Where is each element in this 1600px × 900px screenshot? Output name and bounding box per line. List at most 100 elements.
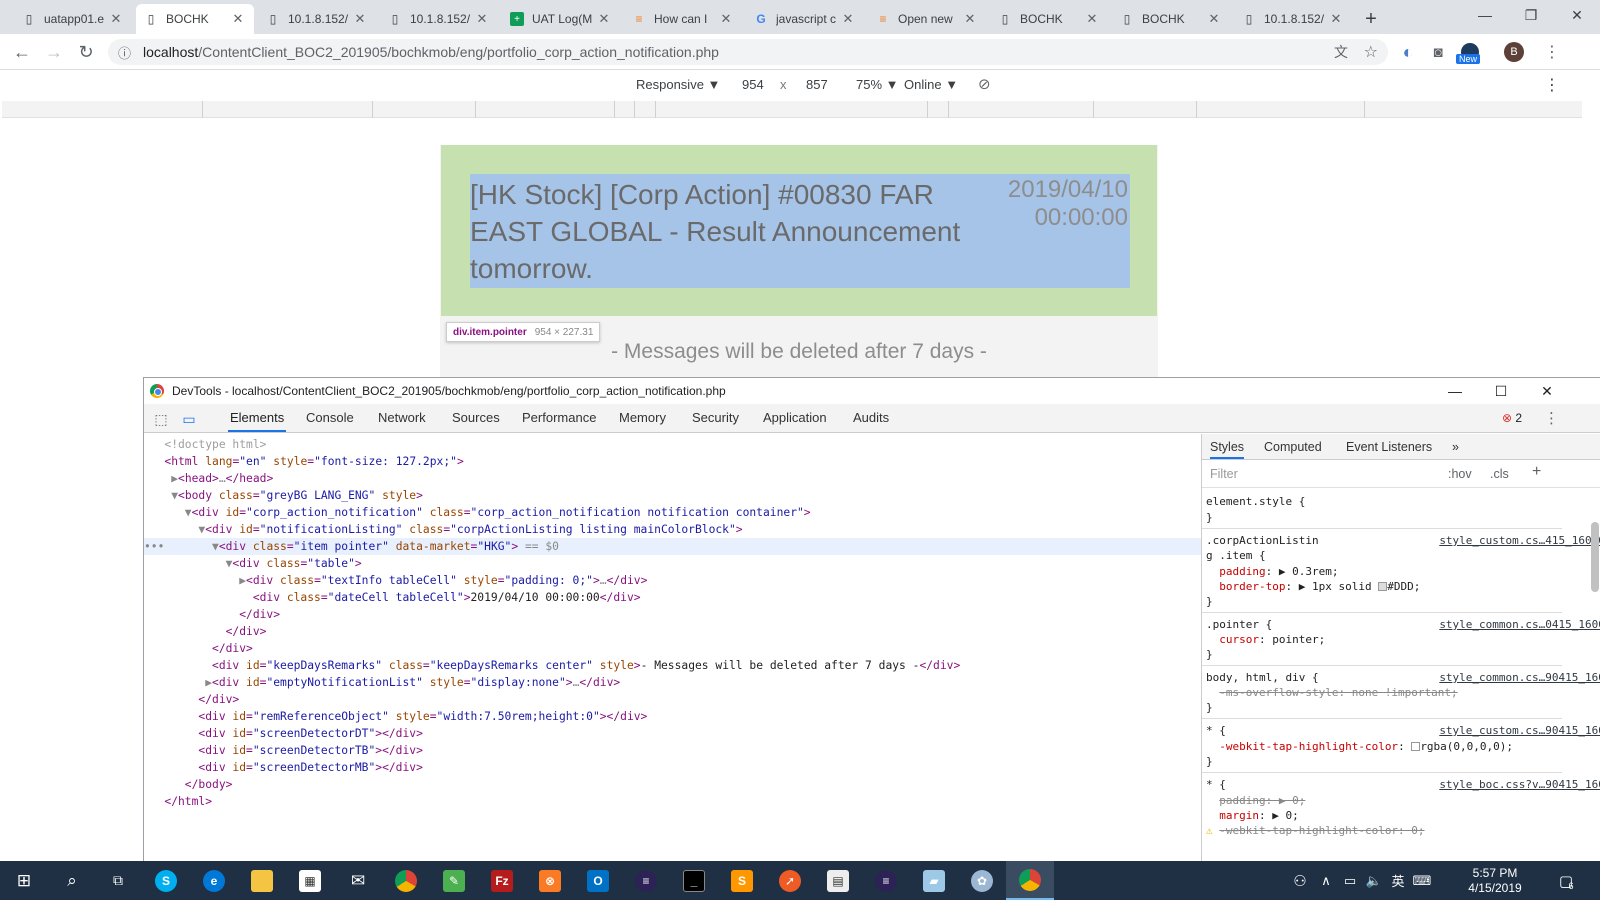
minimize-button[interactable]: — — [1462, 0, 1508, 30]
new-style-rule-button[interactable]: + — [1532, 463, 1541, 481]
search-icon[interactable]: ⌕ — [48, 861, 96, 900]
devtools-close-button[interactable]: ✕ — [1524, 378, 1570, 404]
browser-tab[interactable]: ≡ How can I ✕ — [624, 4, 742, 34]
info-icon[interactable]: ⓘ — [118, 43, 131, 62]
camera-icon[interactable]: ◙ — [1426, 40, 1450, 64]
browser-tab-active[interactable]: ▯ BOCHK ✕ — [136, 4, 254, 34]
restore-button[interactable]: ❐ — [1508, 0, 1554, 30]
dom-node[interactable]: </div> — [144, 606, 1201, 623]
more-tabs-icon[interactable]: » — [1452, 434, 1459, 459]
paint-icon[interactable]: ✿ — [958, 861, 1006, 900]
keyboard-icon[interactable]: ⌨ — [1410, 861, 1434, 900]
tab-audits[interactable]: Audits — [851, 404, 891, 432]
close-icon[interactable]: ✕ — [1206, 11, 1222, 27]
postman-icon[interactable]: ➚ — [766, 861, 814, 900]
rotate-icon[interactable]: ⊘ — [978, 75, 991, 93]
browser-tab[interactable]: + UAT Log(M ✕ — [502, 4, 620, 34]
close-icon[interactable]: ✕ — [840, 11, 856, 27]
taskbar-clock[interactable]: 5:57 PM 4/15/2019 — [1455, 866, 1535, 896]
browser-tab[interactable]: G javascript c ✕ — [746, 4, 864, 34]
class-toggle[interactable]: .cls — [1490, 467, 1509, 481]
skype-icon[interactable]: S — [142, 861, 190, 900]
hover-state-toggle[interactable]: :hov — [1448, 467, 1472, 481]
device-toolbar-menu-icon[interactable]: ⋮ — [1544, 75, 1560, 95]
dom-node[interactable]: </div> — [144, 691, 1201, 708]
store-icon[interactable]: ▦ — [286, 861, 334, 900]
network-icon[interactable]: ▭ — [1338, 861, 1362, 900]
dom-node[interactable]: ▶<head>…</head> — [144, 470, 1201, 487]
address-bar[interactable]: ⓘ localhost/ContentClient_BOC2_201905/bo… — [108, 39, 1388, 65]
menu-kebab-icon[interactable]: ⋮ — [1540, 40, 1564, 64]
devtools-menu-icon[interactable]: ⋮ — [1544, 409, 1559, 427]
device-select[interactable]: Responsive ▼ — [636, 77, 720, 92]
edge-icon[interactable]: e — [190, 861, 238, 900]
viewport-height-input[interactable]: 857 — [806, 77, 828, 92]
dom-node[interactable]: <div id="screenDetectorMB"></div> — [144, 759, 1201, 776]
browser-tab[interactable]: ▯ 10.1.8.152/ ✕ — [258, 4, 376, 34]
tab-performance[interactable]: Performance — [520, 404, 598, 432]
media-query-bar[interactable] — [2, 101, 1582, 118]
notification-center-icon[interactable]: ▢ 6 — [1546, 861, 1586, 900]
error-counter[interactable]: ⊗ 2 — [1502, 411, 1522, 425]
show-hidden-icons[interactable]: ∧ — [1314, 861, 1338, 900]
device-toggle-icon[interactable]: ▭ — [180, 410, 198, 428]
browser-tab[interactable]: ▯ BOCHK ✕ — [990, 4, 1108, 34]
terminal-icon[interactable]: _ — [670, 861, 718, 900]
dom-node[interactable]: ▶<div class="textInfo tableCell" style="… — [144, 572, 1201, 589]
ime-indicator[interactable]: 英 — [1386, 861, 1410, 900]
dom-node[interactable]: ▼<body class="greyBG LANG_ENG" style> — [144, 487, 1201, 504]
browser-tab[interactable]: ≡ Open new ✕ — [868, 4, 986, 34]
close-icon[interactable]: ✕ — [718, 11, 734, 27]
windows-start-icon[interactable]: ⊞ — [0, 861, 48, 900]
extension-new-icon[interactable]: New — [1456, 40, 1482, 64]
network-throttle-select[interactable]: Online ▼ — [904, 77, 958, 92]
back-button[interactable]: ← — [10, 40, 34, 64]
new-tab-button[interactable]: + — [1356, 4, 1386, 34]
dom-node[interactable]: ▼<div class="table"> — [144, 555, 1201, 572]
calendar-app-icon[interactable]: ▤ — [814, 861, 862, 900]
sublime-icon[interactable]: S — [718, 861, 766, 900]
browser-tab[interactable]: ▯ uatapp01.e ✕ — [14, 4, 132, 34]
dom-node[interactable]: <div id="screenDetectorTB"></div> — [144, 742, 1201, 759]
tab-sources[interactable]: Sources — [450, 404, 502, 432]
dom-node[interactable]: <html lang="en" style="font-size: 127.2p… — [144, 453, 1201, 470]
translate-icon[interactable]: 文 — [1334, 42, 1348, 62]
close-icon[interactable]: ✕ — [596, 11, 612, 27]
chrome-taskbar-icon[interactable] — [382, 861, 430, 900]
task-view-icon[interactable]: ⧉ — [94, 861, 142, 900]
inspect-element-icon[interactable]: ⬚ — [152, 410, 170, 428]
close-icon[interactable]: ✕ — [962, 11, 978, 27]
tab-computed[interactable]: Computed — [1264, 434, 1322, 459]
devtools-maximize-button[interactable]: ☐ — [1478, 378, 1524, 404]
dom-node[interactable]: ▶<div id="emptyNotificationList" style="… — [144, 674, 1201, 691]
eclipse-2-icon[interactable]: ≡ — [862, 861, 910, 900]
dom-node[interactable]: </div> — [144, 623, 1201, 640]
dom-node[interactable]: <div class="dateCell tableCell">2019/04/… — [144, 589, 1201, 606]
tab-console[interactable]: Console — [304, 404, 356, 432]
forward-button[interactable]: → — [42, 40, 66, 64]
outlook-icon[interactable]: O — [574, 861, 622, 900]
notes-icon[interactable]: ▰ — [910, 861, 958, 900]
file-explorer-icon[interactable] — [238, 861, 286, 900]
reload-button[interactable]: ↻ — [74, 40, 98, 64]
tab-elements[interactable]: Elements — [228, 404, 287, 432]
chrome-active-taskbar-icon[interactable] — [1006, 861, 1054, 900]
dom-node[interactable]: <div id="keepDaysRemarks" class="keepDay… — [144, 657, 1201, 674]
bookmark-star-icon[interactable]: ☆ — [1364, 42, 1378, 62]
mail-icon[interactable]: ✉ — [334, 861, 382, 900]
devtools-minimize-button[interactable]: — — [1432, 378, 1478, 404]
tab-styles[interactable]: Styles — [1210, 434, 1245, 459]
tab-network[interactable]: Network — [376, 404, 428, 432]
dom-node-selected[interactable]: ••• ▼<div class="item pointer" data-mark… — [144, 538, 1201, 555]
close-icon[interactable]: ✕ — [108, 11, 124, 27]
dom-node[interactable]: <div id="remReferenceObject" style="widt… — [144, 708, 1201, 725]
filter-input[interactable]: Filter — [1210, 467, 1238, 481]
dom-node[interactable]: ▼<div id="notificationListing" class="co… — [144, 521, 1201, 538]
dom-node[interactable]: </body> — [144, 776, 1201, 793]
eclipse-icon[interactable]: ≡ — [622, 861, 670, 900]
zoom-select[interactable]: 75% ▼ — [856, 77, 899, 92]
dom-node[interactable]: </div> — [144, 640, 1201, 657]
dom-node[interactable]: ▼<div id="corp_action_notification" clas… — [144, 504, 1201, 521]
profile-avatar[interactable]: B — [1502, 40, 1526, 64]
xampp-icon[interactable]: ⊗ — [526, 861, 574, 900]
